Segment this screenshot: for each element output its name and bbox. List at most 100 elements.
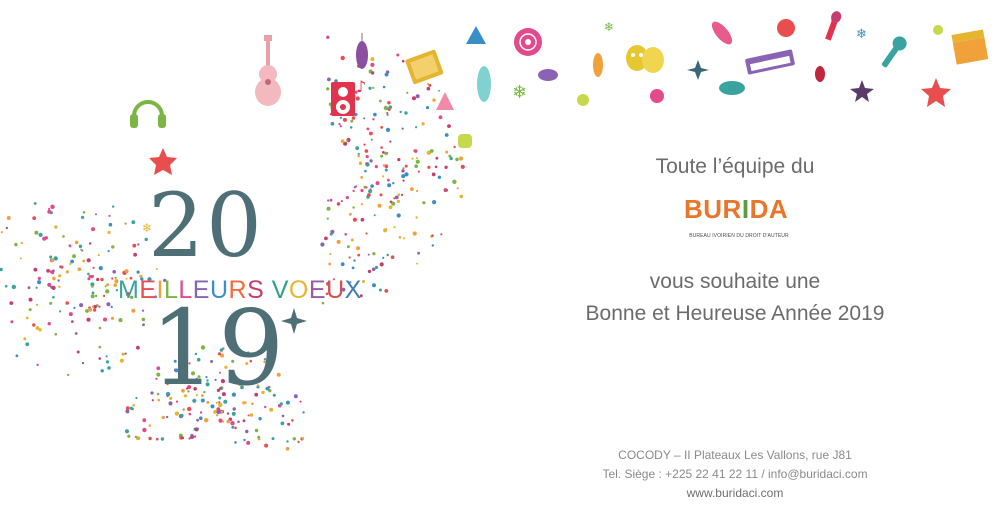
confetti-dot xyxy=(114,276,117,279)
confetti-dot xyxy=(98,266,103,271)
voeux-letter: M xyxy=(118,276,140,304)
confetti-dot xyxy=(438,115,443,120)
confetti-dot xyxy=(286,440,289,443)
star-icon xyxy=(921,78,951,107)
confetti-dot xyxy=(65,301,69,305)
confetti-dot xyxy=(428,83,432,87)
confetti-dot xyxy=(204,418,209,423)
guitar-icon xyxy=(255,35,281,106)
confetti-dot xyxy=(49,255,53,259)
year-last-digits: 19 xyxy=(150,287,287,409)
confetti-dot xyxy=(287,422,291,426)
confetti-dot xyxy=(110,305,113,309)
confetti-dot xyxy=(427,165,431,169)
confetti-dot xyxy=(434,165,438,169)
confetti-dot xyxy=(136,345,140,350)
confetti-dot xyxy=(367,193,371,197)
confetti-dot xyxy=(374,165,378,169)
confetti-dot xyxy=(220,410,224,414)
confetti-dot xyxy=(87,277,91,281)
confetti-dot xyxy=(121,352,125,356)
ornament-icon xyxy=(577,94,589,106)
confetti-dot xyxy=(410,187,414,192)
logo-wordmark: BURIDA xyxy=(684,194,788,225)
confetti-dot xyxy=(57,279,60,282)
confetti-dot xyxy=(166,415,169,419)
confetti-dot xyxy=(37,280,42,285)
sparkle-icon xyxy=(687,60,709,80)
confetti-dot xyxy=(80,248,83,251)
confetti-dot xyxy=(28,308,32,312)
confetti-dot xyxy=(380,126,384,129)
confetti-dot xyxy=(36,363,39,367)
contact-website[interactable]: www.buridaci.com xyxy=(560,486,910,500)
confetti-dot xyxy=(382,85,386,89)
confetti-dot xyxy=(243,438,246,442)
confetti-dot xyxy=(456,187,459,190)
confetti-dot xyxy=(297,440,300,444)
confetti-dot xyxy=(68,312,73,317)
music-note-icon: ♪ xyxy=(356,77,366,96)
confetti-dot xyxy=(384,151,388,156)
confetti-dot xyxy=(231,411,236,416)
confetti-dot xyxy=(160,437,165,441)
confetti-dot xyxy=(328,262,332,266)
confetti-dot xyxy=(412,231,417,236)
confetti-dot xyxy=(51,285,56,290)
confetti-dot xyxy=(124,222,127,225)
confetti-dot xyxy=(348,256,351,259)
confetti-dot xyxy=(174,411,179,416)
theater-masks-icon xyxy=(626,45,664,73)
confetti-dot xyxy=(25,316,29,320)
confetti-dot xyxy=(401,169,405,173)
confetti-dot xyxy=(365,162,368,165)
confetti-dot xyxy=(386,253,389,257)
confetti-dot xyxy=(226,412,230,415)
confetti-dot xyxy=(50,204,55,209)
confetti-dot xyxy=(9,301,14,305)
confetti-dot xyxy=(148,436,152,441)
confetti-dot xyxy=(330,229,335,234)
confetti-dot xyxy=(125,406,130,411)
confetti-dot xyxy=(52,296,55,299)
confetti-dot xyxy=(349,212,352,216)
confetti-dot xyxy=(86,317,91,322)
confetti-dot xyxy=(365,186,368,189)
confetti-dot xyxy=(70,259,74,264)
snowflake-icon: ❄ xyxy=(856,27,867,42)
confetti-dot xyxy=(197,427,200,430)
confetti-dot xyxy=(363,117,366,120)
confetti-dot xyxy=(360,188,364,193)
confetti-dot xyxy=(380,154,384,158)
confetti-dot xyxy=(148,424,152,427)
confetti-dot xyxy=(94,294,98,298)
ornament-icon xyxy=(538,69,558,81)
confetti-dot xyxy=(81,361,85,365)
confetti-dot xyxy=(360,217,365,222)
confetti-dot xyxy=(54,332,58,336)
confetti-dot xyxy=(59,310,62,313)
confetti-dot xyxy=(330,122,335,126)
confetti-dot xyxy=(188,412,192,416)
confetti-dot xyxy=(340,139,345,144)
confetti-dot xyxy=(58,285,61,288)
confetti-dot xyxy=(90,274,94,279)
confetti-dot xyxy=(431,172,436,177)
confetti-dot xyxy=(360,176,364,179)
confetti-dot xyxy=(374,265,379,270)
confetti-dot xyxy=(180,413,184,418)
confetti-dot xyxy=(32,323,36,327)
confetti-dot xyxy=(369,188,372,191)
confetti-dot xyxy=(68,244,72,248)
microphone-icon xyxy=(881,36,907,68)
confetti-dot xyxy=(347,245,350,249)
speaker-icon xyxy=(331,82,355,116)
confetti-dot xyxy=(389,140,392,143)
confetti-dot xyxy=(242,419,246,423)
confetti-dot xyxy=(246,440,251,445)
confetti-dot xyxy=(134,435,138,439)
greeting-wish-line: vous souhaite une xyxy=(649,270,821,293)
confetti-dot xyxy=(91,305,95,308)
confetti-dot xyxy=(15,354,19,358)
confetti-dot xyxy=(113,283,117,287)
